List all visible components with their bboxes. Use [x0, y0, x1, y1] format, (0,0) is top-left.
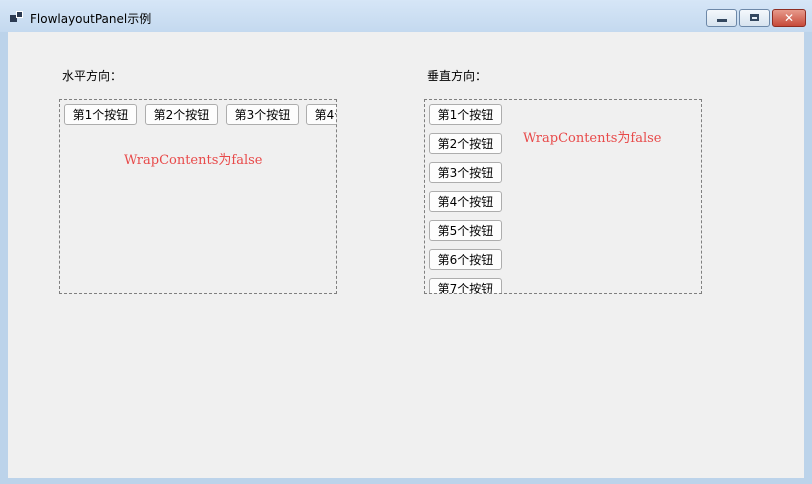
horizontal-button-1[interactable]: 第1个按钮 — [64, 104, 137, 125]
horizontal-button-2[interactable]: 第2个按钮 — [145, 104, 218, 125]
window-title: FlowlayoutPanel示例 — [30, 12, 152, 26]
horizontal-wrap-note: WrapContents为false — [124, 153, 263, 168]
maximize-icon — [750, 14, 759, 21]
horizontal-button-3[interactable]: 第3个按钮 — [226, 104, 299, 125]
vertical-button-2[interactable]: 第2个按钮 — [429, 133, 502, 154]
horizontal-label: 水平方向： — [62, 69, 123, 83]
vertical-button-1[interactable]: 第1个按钮 — [429, 104, 502, 125]
vertical-flow-panel: 第1个按钮 第2个按钮 第3个按钮 第4个按钮 第5个按钮 第6个按钮 第7个按… — [424, 99, 702, 294]
form-client-area: 水平方向： 第1个按钮 第2个按钮 第3个按钮 第4个按钮 WrapConten… — [8, 32, 804, 478]
app-icon — [10, 11, 24, 23]
title-bar[interactable]: FlowlayoutPanel示例 ✕ — [0, 0, 812, 32]
vertical-button-5[interactable]: 第5个按钮 — [429, 220, 502, 241]
minimize-icon — [717, 19, 727, 22]
horizontal-flow-panel: 第1个按钮 第2个按钮 第3个按钮 第4个按钮 WrapContents为fal… — [59, 99, 337, 294]
minimize-button[interactable] — [706, 9, 737, 27]
app-window: FlowlayoutPanel示例 ✕ 水平方向： 第1个按钮 第2个按钮 第3… — [0, 0, 812, 484]
vertical-wrap-note: WrapContents为false — [523, 131, 662, 146]
maximize-button[interactable] — [739, 9, 770, 27]
vertical-button-3[interactable]: 第3个按钮 — [429, 162, 502, 183]
close-button[interactable]: ✕ — [772, 9, 806, 27]
horizontal-button-4[interactable]: 第4个按钮 — [306, 104, 336, 125]
vertical-button-6[interactable]: 第6个按钮 — [429, 249, 502, 270]
vertical-button-7[interactable]: 第7个按钮 — [429, 278, 502, 293]
vertical-button-4[interactable]: 第4个按钮 — [429, 191, 502, 212]
vertical-label: 垂直方向： — [427, 69, 488, 83]
close-icon: ✕ — [784, 11, 795, 25]
